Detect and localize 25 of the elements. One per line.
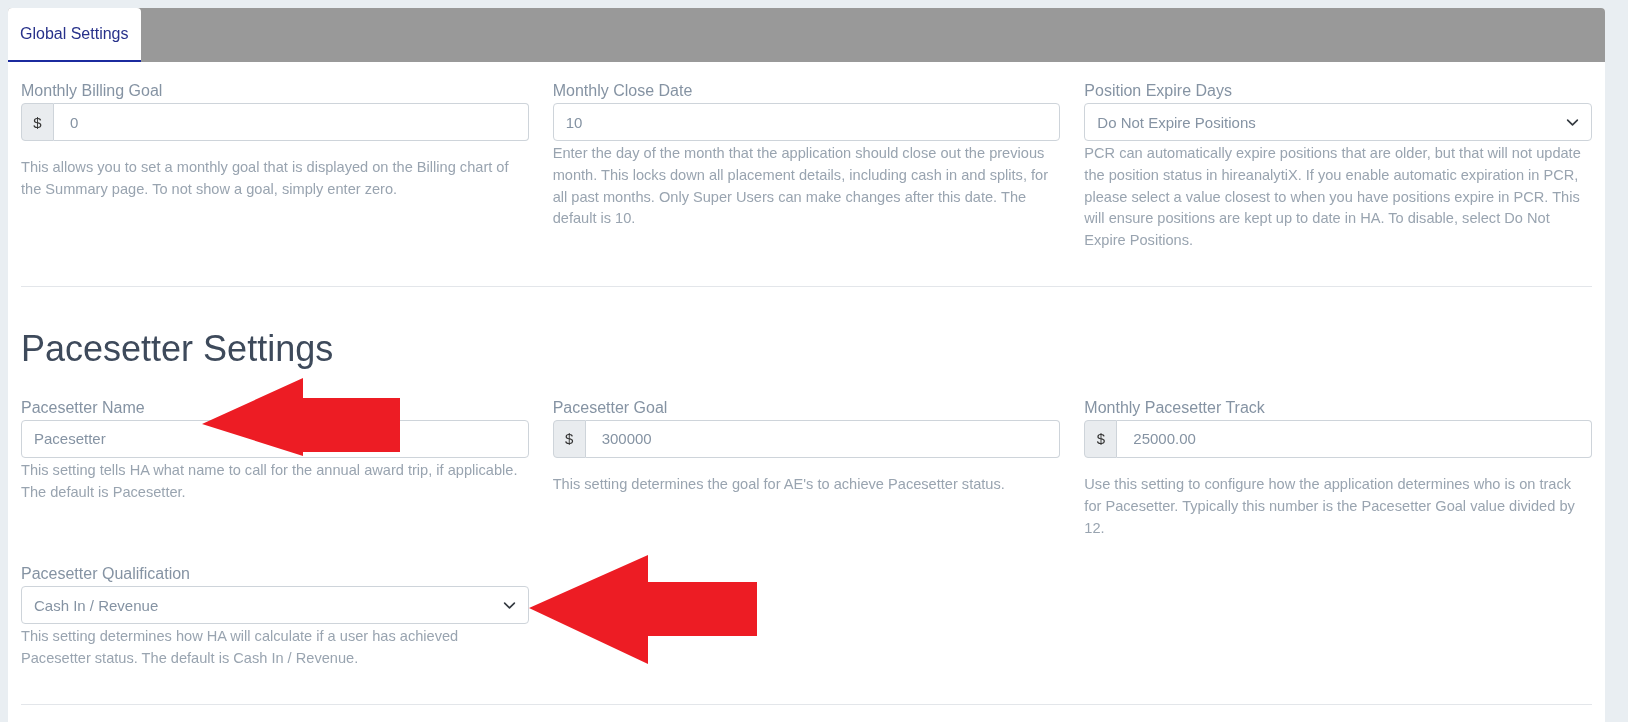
field-label: Monthly Billing Goal: [21, 81, 164, 101]
help-text: PCR can automatically expire positions that are older, but that will not update the position status in hireanalytiX. If you enable automatic expiration in PCR, please select a value closest to when you have positions expire in PCR. This will ensure positions are kept up to date in HA. To disable, select Do Not Expire Positions.: [1084, 144, 1582, 251]
field-label: Pacesetter Qualification: [21, 564, 191, 585]
prefix-label: $: [1084, 420, 1118, 458]
field-label: Position Expire Days: [1084, 81, 1233, 101]
dropdown[interactable]: Do Not Expire Positions: [1084, 103, 1592, 141]
text-field[interactable]: 10: [552, 103, 1061, 141]
prefix-label: $: [21, 103, 54, 141]
amount-field[interactable]: 25000.00: [1117, 420, 1592, 458]
help-text: This setting tells HA what name to call for the annual award trip, if applicable. The default is Pacesetter.: [21, 461, 519, 502]
prefix-label: $: [552, 420, 586, 458]
help-text: Use this setting to configure how the application determines who is on track for Pacesetter. Typically this number is the Pacesetter Goal value divided by 12.: [1084, 475, 1576, 538]
field-label: Monthly Close Date: [552, 81, 694, 101]
settings-tab[interactable]: Global Settings: [8, 8, 141, 62]
help-text: Enter the day of the month that the application should close out the previous month. This locks down all placement details, including cash in and splits, for all past months. Only Super Users can make changes after this date. The default is 10.: [552, 144, 1050, 229]
section-heading: Pacesetter Settings: [21, 329, 335, 369]
field-label: Pacesetter Goal: [552, 398, 669, 418]
field-label: Monthly Pacesetter Track: [1084, 398, 1266, 418]
help-text: This setting determines the goal for AE's to achieve Pacesetter status.: [552, 475, 1006, 494]
field-label: Pacesetter Name: [21, 398, 146, 418]
amount-field[interactable]: 300000: [585, 420, 1061, 458]
amount-field[interactable]: 0: [54, 103, 529, 141]
help-text: This setting determines how HA will calculate if a user has achieved Pacesetter status. The default is Cash In / Revenue.: [21, 627, 460, 669]
dropdown[interactable]: Cash In / Revenue: [21, 586, 529, 625]
help-text: This allows you to set a monthly goal that is displayed on the Billing chart of the Summary page. To not show a goal, simply enter zero.: [21, 158, 510, 199]
